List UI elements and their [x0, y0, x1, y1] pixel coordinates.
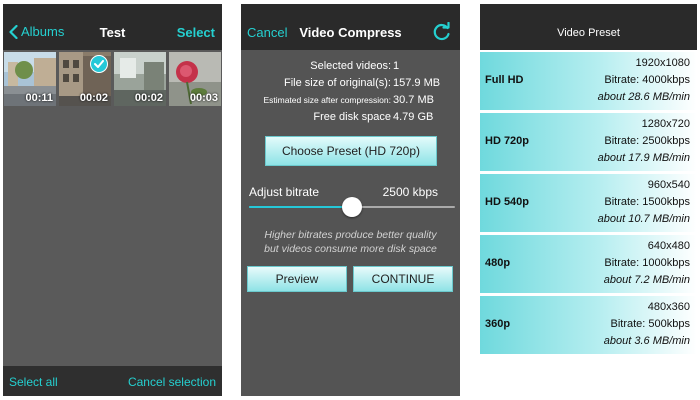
info-label: File size of original(s): [284, 77, 391, 89]
preset-row-full-hd[interactable]: Full HD 1920x1080 Bitrate: 4000kbps abou… [480, 52, 697, 110]
preset-nav-bar: Video Preset [480, 4, 697, 50]
info-label: Free disk space [313, 111, 391, 123]
preset-name: HD 720p [485, 135, 530, 147]
info-value: 1 [393, 60, 400, 72]
preset-row-hd-720p[interactable]: HD 720p 1280x720 Bitrate: 2500kbps about… [480, 113, 697, 171]
preset-row-hd-540p[interactable]: HD 540p 960x540 Bitrate: 1500kbps about … [480, 174, 697, 232]
video-preset-screen: Video Preset Full HD 1920x1080 Bitrate: … [480, 4, 697, 396]
continue-button[interactable]: CONTINUE [353, 266, 453, 292]
slider-knob[interactable] [342, 197, 362, 217]
preset-name: Full HD [485, 74, 524, 86]
cancel-button[interactable]: Cancel [247, 25, 287, 40]
preset-resolution: 1920x1080 [635, 57, 690, 69]
info-value: 157.9 MB [393, 77, 441, 89]
info-label: Estimated size after compression: [263, 95, 391, 105]
preset-resolution: 960x540 [647, 179, 690, 191]
preset-resolution: 1280x720 [641, 118, 690, 130]
preset-bitrate: Bitrate: 1500kbps [604, 196, 690, 208]
preset-size: about 10.7 MB/min [597, 213, 690, 225]
bitrate-hint-line2: but videos consume more disk space [264, 243, 437, 255]
select-all-button[interactable]: Select all [9, 375, 58, 389]
preset-bitrate: Bitrate: 1000kbps [604, 257, 690, 269]
compress-nav-bar: Cancel Video Compress [241, 4, 460, 50]
preset-bitrate: Bitrate: 2500kbps [604, 135, 690, 147]
album-nav-bar: Albums Test Select [3, 4, 222, 50]
info-value: 30.7 MB [393, 94, 434, 106]
video-thumbnail[interactable]: 00:11 [4, 52, 56, 106]
preset-size: about 28.6 MB/min [597, 91, 690, 103]
info-row-original-size: File size of original(s): 157.9 MB [241, 77, 460, 91]
preset-resolution: 640x480 [647, 240, 690, 252]
selected-checkmark-icon [90, 55, 108, 73]
video-duration: 00:02 [79, 92, 108, 104]
preset-bitrate: Bitrate: 4000kbps [604, 74, 690, 86]
chevron-left-icon [9, 24, 18, 39]
preset-row-480p[interactable]: 480p 640x480 Bitrate: 1000kbps about 7.2… [480, 235, 697, 293]
bitrate-hint-line1: Higher bitrates produce better quality [264, 229, 437, 241]
preset-name: 480p [485, 257, 511, 269]
video-thumbnail-grid: 00:11 00:02 00:02 00:03 [4, 52, 222, 106]
preset-name: HD 540p [485, 196, 530, 208]
video-thumbnail[interactable]: 00:03 [169, 52, 221, 106]
albums-back-button[interactable]: Albums [9, 24, 64, 39]
preset-title: Video Preset [557, 27, 620, 39]
preset-name: 360p [485, 318, 511, 330]
video-compress-screen: Cancel Video Compress Selected videos: 1… [241, 4, 460, 396]
preset-size: about 3.6 MB/min [603, 335, 690, 347]
video-thumbnail[interactable]: 00:02 [59, 52, 111, 106]
choose-preset-button[interactable]: Choose Preset (HD 720p) [265, 136, 437, 166]
info-row-estimated-size: Estimated size after compression: 30.7 M… [241, 94, 460, 108]
preview-button[interactable]: Preview [247, 266, 347, 292]
preset-size: about 17.9 MB/min [597, 152, 690, 164]
info-row-free-disk: Free disk space 4.79 GB [241, 111, 460, 125]
album-bottom-toolbar: Select all Cancel selection [3, 366, 222, 396]
preset-bitrate: Bitrate: 500kbps [610, 318, 691, 330]
video-thumbnail[interactable]: 00:02 [114, 52, 166, 106]
slider-fill [249, 206, 352, 208]
bitrate-slider[interactable] [249, 196, 455, 218]
refresh-icon[interactable] [432, 22, 452, 42]
album-screen: Albums Test Select 00:11 00:02 00:02 00:… [3, 4, 222, 396]
preset-row-360p[interactable]: 360p 480x360 Bitrate: 500kbps about 3.6 … [480, 296, 697, 354]
info-row-selected-videos: Selected videos: 1 [241, 60, 460, 74]
preset-resolution: 480x360 [647, 301, 690, 313]
video-duration: 00:02 [134, 92, 163, 104]
video-duration: 00:11 [25, 92, 53, 104]
albums-back-label: Albums [21, 24, 65, 39]
video-duration: 00:03 [189, 92, 218, 104]
info-label: Selected videos: [310, 60, 391, 72]
info-value: 4.79 GB [393, 111, 434, 123]
preset-size: about 7.2 MB/min [603, 274, 690, 286]
select-button[interactable]: Select [177, 25, 215, 40]
cancel-selection-button[interactable]: Cancel selection [128, 375, 216, 389]
